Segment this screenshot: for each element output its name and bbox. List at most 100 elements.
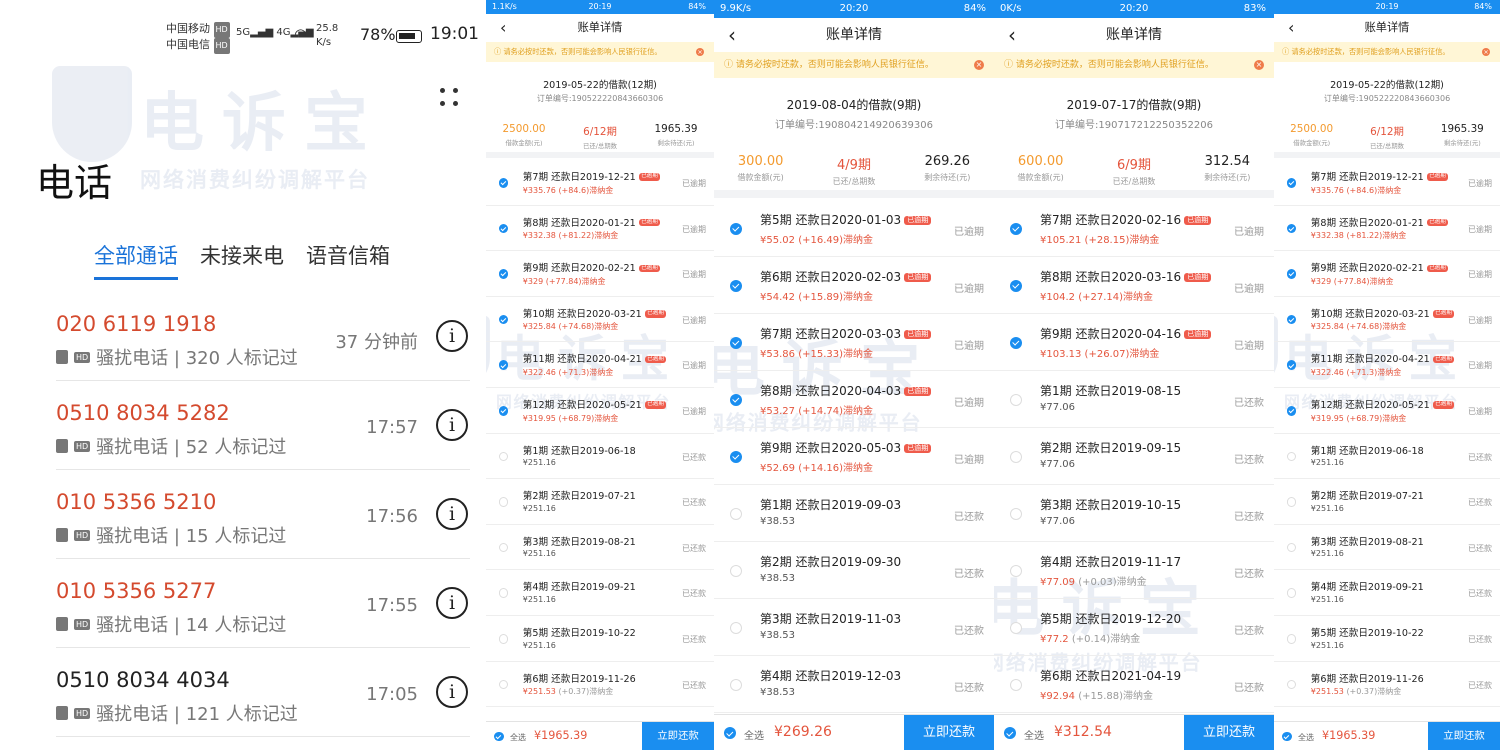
close-icon[interactable]: × xyxy=(696,47,704,56)
installment-row[interactable]: 第4期 还款日2019-12-03 ¥38.53 已还款 xyxy=(714,656,994,713)
checkbox-icon[interactable] xyxy=(498,542,509,553)
close-icon[interactable]: × xyxy=(974,60,984,70)
checkbox-icon[interactable] xyxy=(498,360,509,370)
installment-row[interactable]: 第2期 还款日2019-07-21 ¥251.16 已还款 xyxy=(486,479,714,525)
tab-missed-calls[interactable]: 未接来电 xyxy=(200,240,284,270)
checkbox-icon[interactable] xyxy=(1010,678,1022,691)
checkbox-icon[interactable] xyxy=(498,314,509,325)
installment-row[interactable]: 第3期 还款日2019-08-21 ¥251.16 已还款 xyxy=(486,525,714,571)
installment-row[interactable]: 第8期 还款日2020-04-03 已逾期 ¥53.27 (+14.74)滞纳金 已逾… xyxy=(714,371,994,428)
checkbox-icon[interactable] xyxy=(1286,588,1297,598)
installment-row[interactable]: 第8期 还款日2020-01-21 已逾期 ¥332.38 (+81.22)滞纳金已… xyxy=(486,206,714,252)
installment-row[interactable]: 第7期 还款日2019-12-21 已逾期 ¥335.76 (+84.6)滞纳金 已逾… xyxy=(1274,160,1500,206)
info-icon[interactable]: i xyxy=(436,320,468,352)
checkbox-icon[interactable] xyxy=(498,223,509,234)
call-row[interactable]: 0510 8034 4034 HD 骚扰电话 | 121 人标记过 17:05 i xyxy=(56,648,470,737)
installment-row[interactable]: 第1期 还款日2019-09-03 ¥38.53 已还款 xyxy=(714,485,994,542)
checkbox-icon[interactable] xyxy=(1286,542,1297,553)
installment-row[interactable]: 第6期 还款日2019-11-26 ¥251.53 (+0.37)滞纳金 已还款 xyxy=(1274,662,1500,708)
installment-row[interactable]: 第6期 还款日2021-04-19 ¥92.94 (+15.88)滞纳金 已还款 xyxy=(994,656,1274,713)
checkbox-icon[interactable] xyxy=(730,678,742,691)
checkbox-icon[interactable] xyxy=(498,451,509,462)
installment-row[interactable]: 第4期 还款日2019-09-21 ¥251.16 已还款 xyxy=(486,570,714,616)
installment-row[interactable]: 第6期 还款日2020-02-03 已逾期 ¥54.42 (+15.89)滞纳金 已逾… xyxy=(714,257,994,314)
select-all-checkbox-icon[interactable] xyxy=(494,731,504,742)
installment-row[interactable]: 第11期 还款日2020-04-21 已逾期 ¥322.46 (+71.3)滞纳金已… xyxy=(486,342,714,388)
select-all-checkbox-icon[interactable] xyxy=(1004,727,1016,739)
installment-row[interactable]: 第3期 还款日2019-10-15 ¥77.06 已还款 xyxy=(994,485,1274,542)
select-all-checkbox-icon[interactable] xyxy=(724,727,736,739)
checkbox-icon[interactable] xyxy=(1286,223,1297,234)
checkbox-icon[interactable] xyxy=(498,497,509,507)
checkbox-icon[interactable] xyxy=(1010,507,1022,520)
checkbox-icon[interactable] xyxy=(730,564,742,577)
checkbox-icon[interactable] xyxy=(1286,451,1297,462)
installment-row[interactable]: 第2期 还款日2019-09-30 ¥38.53 已还款 xyxy=(714,542,994,599)
checkbox-icon[interactable] xyxy=(1286,497,1297,507)
checkbox-icon[interactable] xyxy=(730,621,742,634)
checkbox-icon[interactable] xyxy=(1286,360,1297,370)
checkbox-icon[interactable] xyxy=(1010,450,1022,463)
installment-row[interactable]: 第9期 还款日2020-04-16 已逾期 ¥103.13 (+26.07)滞纳金已… xyxy=(994,314,1274,371)
installment-row[interactable]: 第10期 还款日2020-03-21 已逾期 ¥325.84 (+74.68)滞纳金… xyxy=(486,297,714,343)
tab-all-calls[interactable]: 全部通话 xyxy=(94,240,178,280)
select-all-label[interactable]: 全选 xyxy=(1024,727,1044,742)
installment-row[interactable]: 第1期 还款日2019-06-18 ¥251.16 已还款 xyxy=(486,434,714,480)
select-all-label[interactable]: 全选 xyxy=(744,727,764,742)
installment-row[interactable]: 第6期 还款日2019-11-26 ¥251.53 (+0.37)滞纳金 已还款 xyxy=(486,662,714,708)
installment-row[interactable]: 第4期 还款日2019-11-17 ¥77.09 (+0.03)滞纳金 已还款 xyxy=(994,542,1274,599)
installment-row[interactable]: 第8期 还款日2020-01-21 已逾期 ¥332.38 (+81.22)滞纳金已… xyxy=(1274,206,1500,252)
checkbox-icon[interactable] xyxy=(730,279,742,292)
installment-row[interactable]: 第9期 还款日2020-02-21 已逾期 ¥329 (+77.84)滞纳金 已逾期 xyxy=(486,251,714,297)
checkbox-icon[interactable] xyxy=(730,450,742,463)
installment-row[interactable]: 第12期 还款日2020-05-21 已逾期 ¥319.95 (+68.79)滞纳金… xyxy=(486,388,714,434)
select-all-label[interactable]: 全选 xyxy=(510,732,526,743)
checkbox-icon[interactable] xyxy=(498,269,509,279)
installment-row[interactable]: 第7期 还款日2019-12-21 已逾期 ¥335.76 (+84.6)滞纳金 已逾… xyxy=(486,160,714,206)
info-icon[interactable]: i xyxy=(436,587,468,619)
installment-row[interactable]: 第2期 还款日2019-09-15 ¥77.06 已还款 xyxy=(994,428,1274,485)
checkbox-icon[interactable] xyxy=(730,222,742,235)
tab-voicemail[interactable]: 语音信箱 xyxy=(306,240,390,270)
checkbox-icon[interactable] xyxy=(1010,279,1022,292)
installment-row[interactable]: 第9期 还款日2020-02-21 已逾期 ¥329 (+77.84)滞纳金 已逾期 xyxy=(1274,251,1500,297)
select-all-checkbox-icon[interactable] xyxy=(1282,731,1292,742)
checkbox-icon[interactable] xyxy=(1010,621,1022,634)
installment-row[interactable]: 第9期 还款日2020-05-03 已逾期 ¥52.69 (+14.16)滞纳金 已逾… xyxy=(714,428,994,485)
info-icon[interactable]: i xyxy=(436,409,468,441)
installment-row[interactable]: 第5期 还款日2019-10-22 ¥251.16 已还款 xyxy=(1274,616,1500,662)
checkbox-icon[interactable] xyxy=(730,393,742,406)
call-row[interactable]: 0510 8034 5282 HD 骚扰电话 | 52 人标记过 17:57 i xyxy=(56,381,470,470)
close-icon[interactable]: × xyxy=(1254,60,1264,70)
info-icon[interactable]: i xyxy=(436,498,468,530)
installment-row[interactable]: 第12期 还款日2020-05-21 已逾期 ¥319.95 (+68.79)滞纳金… xyxy=(1274,388,1500,434)
installment-row[interactable]: 第7期 还款日2020-02-16 已逾期 ¥105.21 (+28.15)滞纳金已… xyxy=(994,200,1274,257)
installment-row[interactable]: 第1期 还款日2019-06-18 ¥251.16 已还款 xyxy=(1274,434,1500,480)
checkbox-icon[interactable] xyxy=(1010,336,1022,349)
pay-now-button[interactable]: 立即还款 xyxy=(904,715,994,750)
installment-row[interactable]: 第11期 还款日2020-04-21 已逾期 ¥322.46 (+71.3)滞纳金已… xyxy=(1274,342,1500,388)
select-all-label[interactable]: 全选 xyxy=(1298,732,1314,743)
pay-now-button[interactable]: 立即还款 xyxy=(1428,722,1500,750)
installment-row[interactable]: 第8期 还款日2020-03-16 已逾期 ¥104.2 (+27.14)滞纳金 已逾… xyxy=(994,257,1274,314)
call-row[interactable]: 020 6119 1918 HD 骚扰电话 | 320 人标记过 37 分钟前 i xyxy=(56,292,470,381)
installment-row[interactable]: 第2期 还款日2019-07-21 ¥251.16 已还款 xyxy=(1274,479,1500,525)
checkbox-icon[interactable] xyxy=(730,507,742,520)
installment-row[interactable]: 第5期 还款日2019-10-22 ¥251.16 已还款 xyxy=(486,616,714,662)
checkbox-icon[interactable] xyxy=(498,588,509,598)
installment-row[interactable]: 第4期 还款日2019-09-21 ¥251.16 已还款 xyxy=(1274,570,1500,616)
pay-now-button[interactable]: 立即还款 xyxy=(1184,715,1274,750)
checkbox-icon[interactable] xyxy=(1010,564,1022,577)
checkbox-icon[interactable] xyxy=(730,336,742,349)
call-row[interactable]: 010 5356 5210 HD 骚扰电话 | 15 人标记过 17:56 i xyxy=(56,470,470,559)
pay-now-button[interactable]: 立即还款 xyxy=(642,722,714,750)
checkbox-icon[interactable] xyxy=(1286,314,1297,325)
checkbox-icon[interactable] xyxy=(1286,405,1297,416)
installment-row[interactable]: 第10期 还款日2020-03-21 已逾期 ¥325.84 (+74.68)滞纳金… xyxy=(1274,297,1500,343)
installment-row[interactable]: 第3期 还款日2019-08-21 ¥251.16 已还款 xyxy=(1274,525,1500,571)
checkbox-icon[interactable] xyxy=(1010,222,1022,235)
more-options-icon[interactable] xyxy=(438,84,462,112)
info-icon[interactable]: i xyxy=(436,676,468,708)
checkbox-icon[interactable] xyxy=(1286,679,1297,690)
installment-row[interactable]: 第5期 还款日2019-12-20 ¥77.2 (+0.14)滞纳金 已还款 xyxy=(994,599,1274,656)
